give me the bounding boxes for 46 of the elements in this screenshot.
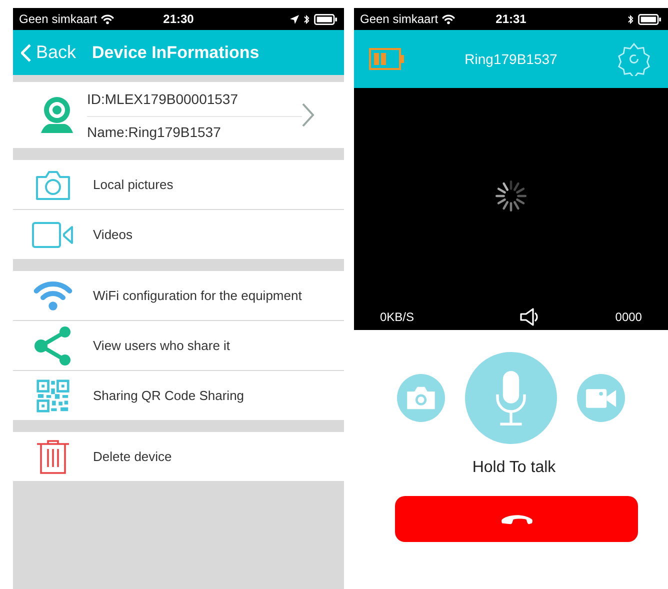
menu-item[interactable]: WiFi configuration for the equipment <box>13 271 344 320</box>
device-name: Name:Ring179B1537 <box>87 122 222 142</box>
loading-spinner-icon <box>493 178 529 214</box>
phone-hang-up-icon <box>500 512 534 526</box>
bitrate-text: 0KB/S <box>380 309 414 326</box>
snapshot-button[interactable] <box>397 374 445 422</box>
chevron-right-icon <box>302 103 314 127</box>
menu-item[interactable]: Videos <box>13 210 344 259</box>
device-id: ID:MLEX179B00001537 <box>87 82 302 116</box>
carrier-text: Geen simkaart <box>360 11 438 28</box>
frame-counter: 0000 <box>615 309 642 326</box>
menu-item[interactable]: Local pictures <box>13 160 344 209</box>
video-camera-icon <box>32 222 74 248</box>
battery-level-icon <box>369 48 405 70</box>
status-time: 21:30 <box>163 11 194 28</box>
settings-button[interactable] <box>617 41 653 77</box>
page-title: Device InFormations <box>92 42 260 64</box>
camera-icon <box>406 386 436 410</box>
speaker-button[interactable] <box>518 307 541 327</box>
record-button[interactable] <box>577 374 625 422</box>
speaker-icon <box>518 307 541 327</box>
bluetooth-icon <box>303 14 310 24</box>
location-arrow-icon <box>290 14 299 24</box>
trash-icon <box>36 438 70 474</box>
device-row[interactable]: ID:MLEX179B00001537 Name:Ring179B1537 <box>13 82 344 148</box>
device-title: Ring179B1537 <box>464 50 558 69</box>
status-time: 21:31 <box>496 11 526 28</box>
battery-icon <box>314 14 338 24</box>
menu-item[interactable]: View users who share it <box>13 321 344 370</box>
hold-to-talk-label: Hold To talk <box>471 458 557 478</box>
hang-up-button[interactable] <box>395 496 638 542</box>
menu-item[interactable]: Delete device <box>13 432 344 481</box>
wifi-icon <box>33 278 73 312</box>
share-icon <box>33 326 73 366</box>
settings-icon <box>617 42 651 76</box>
microphone-icon <box>493 368 529 428</box>
wifi-icon <box>101 14 114 24</box>
video-camera-icon <box>585 388 617 408</box>
battery-icon <box>638 14 662 24</box>
wifi-icon <box>442 14 456 24</box>
camera-icon <box>35 168 71 200</box>
qr-code-icon <box>36 378 70 412</box>
chevron-left-icon <box>21 44 31 62</box>
carrier-text: Geen simkaart <box>19 11 98 28</box>
menu-item[interactable]: Sharing QR Code Sharing <box>13 371 344 420</box>
bluetooth-icon <box>627 14 634 24</box>
